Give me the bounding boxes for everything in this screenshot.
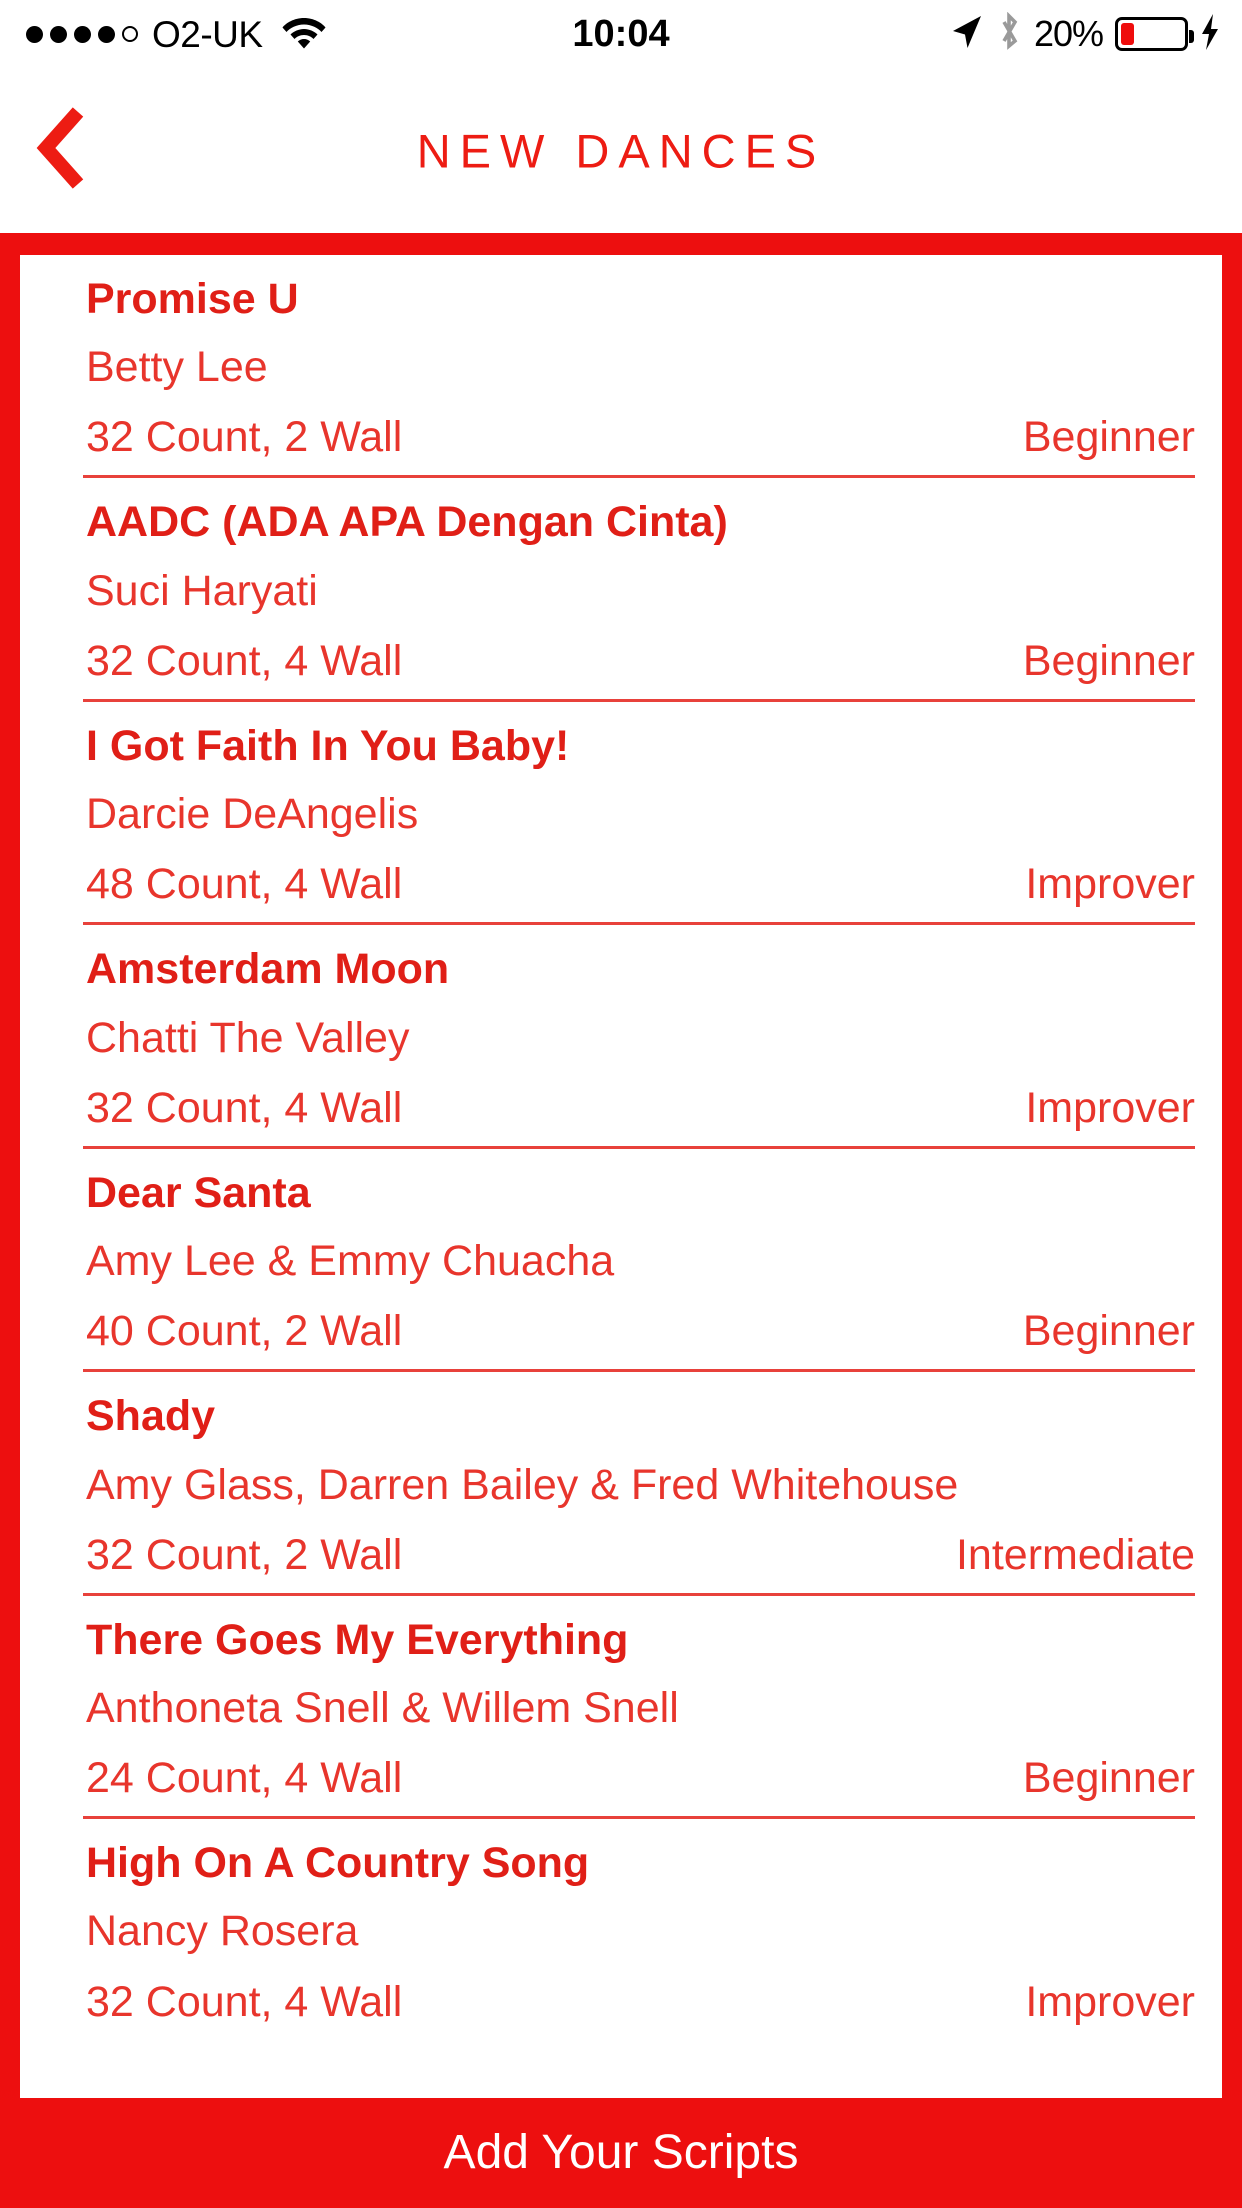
dance-title: Dear Santa xyxy=(86,1168,311,1217)
dance-level: Improver xyxy=(1025,860,1195,909)
dance-meta: 32 Count, 4 Wall Beginner xyxy=(86,637,1195,685)
wifi-icon xyxy=(281,14,327,55)
dance-counts: 32 Count, 2 Wall xyxy=(86,413,403,462)
status-bar-right: 20% xyxy=(950,0,1220,68)
dance-author: Amy Glass, Darren Bailey & Fred Whitehou… xyxy=(86,1460,959,1509)
dance-level: Beginner xyxy=(1022,1754,1195,1803)
signal-dot-empty xyxy=(122,26,138,42)
dance-list-frame: Promise U Betty Lee 32 Count, 2 Wall Beginn… xyxy=(0,233,1242,2098)
bluetooth-icon xyxy=(996,11,1022,57)
dance-row[interactable]: Promise U Betty Lee 32 Count, 2 Wall Beginn… xyxy=(83,255,1195,479)
dance-title: Promise U xyxy=(86,275,299,323)
dance-counts: 48 Count, 4 Wall xyxy=(86,860,403,909)
dance-level: Beginner xyxy=(1022,413,1195,462)
dance-counts: 40 Count, 2 Wall xyxy=(86,1307,403,1356)
dance-title: Shady xyxy=(86,1392,216,1441)
dance-row[interactable]: Dear Santa Amy Lee & Emmy Chuacha 40 Count… xyxy=(83,1149,1195,1373)
dance-meta: 32 Count, 2 Wall Beginner xyxy=(86,413,1195,461)
app-screen: O2-UK 10:04 20% NEW DANCES Promise U Bet… xyxy=(0,0,1242,2208)
battery-percent-label: 20% xyxy=(1033,13,1104,54)
dance-title: AADC (ADA APA Dengan Cinta) xyxy=(86,498,728,547)
dance-counts: 32 Count, 4 Wall xyxy=(86,1977,403,2026)
dance-meta: 48 Count, 4 Wall Improver xyxy=(86,860,1195,908)
dance-level: Beginner xyxy=(1022,1307,1195,1356)
dance-list[interactable]: Promise U Betty Lee 32 Count, 2 Wall Beginn… xyxy=(20,255,1222,2098)
dance-row[interactable]: Shady Amy Glass, Darren Bailey & Fred Whi… xyxy=(83,1372,1195,1596)
dance-author: Nancy Rosera xyxy=(86,1907,359,1956)
dance-counts: 24 Count, 4 Wall xyxy=(86,1754,403,1803)
dance-level: Intermediate xyxy=(955,1530,1195,1579)
signal-dot-filled xyxy=(50,25,67,43)
dance-author: Darcie DeAngelis xyxy=(86,790,419,839)
dance-row[interactable]: There Goes My Everything Anthoneta Snell … xyxy=(83,1596,1195,1820)
dance-author: Chatti The Valley xyxy=(86,1013,410,1062)
dance-row[interactable]: High On A Country Song Nancy Rosera 32 Cou… xyxy=(83,1819,1195,2025)
dance-title: High On A Country Song xyxy=(86,1839,590,1888)
dance-title: There Goes My Everything xyxy=(86,1615,629,1664)
dance-meta: 40 Count, 2 Wall Beginner xyxy=(86,1307,1195,1355)
dance-title: I Got Faith In You Baby! xyxy=(86,721,570,770)
dance-row[interactable]: I Got Faith In You Baby! Darcie DeAngelis… xyxy=(83,702,1195,926)
dance-meta: 32 Count, 4 Wall Improver xyxy=(86,1978,1195,2026)
signal-dot-filled xyxy=(26,25,43,43)
signal-strength-icon xyxy=(26,25,138,43)
dance-meta: 32 Count, 4 Wall Improver xyxy=(86,1084,1195,1132)
dance-author: Suci Haryati xyxy=(86,566,318,615)
carrier-label: O2-UK xyxy=(152,13,263,55)
clock-label: 10:04 xyxy=(572,13,670,55)
dance-level: Beginner xyxy=(1022,636,1195,685)
dance-row[interactable]: AADC (ADA APA Dengan Cinta) Suci Haryati 3… xyxy=(83,478,1195,702)
dance-title: Amsterdam Moon xyxy=(86,945,450,994)
dance-author: Amy Lee & Emmy Chuacha xyxy=(86,1237,615,1286)
signal-dot-filled xyxy=(74,25,91,43)
status-bar-left: O2-UK xyxy=(26,0,327,68)
dance-counts: 32 Count, 2 Wall xyxy=(86,1530,403,1579)
dance-level: Improver xyxy=(1025,1083,1195,1132)
dance-author: Anthoneta Snell & Willem Snell xyxy=(86,1683,679,1732)
lightning-bolt-icon xyxy=(1200,13,1220,56)
location-arrow-icon xyxy=(950,14,984,55)
dance-meta: 24 Count, 4 Wall Beginner xyxy=(86,1754,1195,1802)
add-your-scripts-button[interactable]: Add Your Scripts xyxy=(0,2098,1242,2208)
nav-header: NEW DANCES xyxy=(0,68,1242,233)
battery-fill xyxy=(1121,23,1135,45)
signal-dot-filled xyxy=(98,25,115,43)
dance-row[interactable]: Amsterdam Moon Chatti The Valley 32 Count,… xyxy=(83,925,1195,1149)
dance-level: Improver xyxy=(1025,1977,1195,2026)
status-bar: O2-UK 10:04 20% xyxy=(0,0,1242,68)
dance-counts: 32 Count, 4 Wall xyxy=(86,1083,403,1132)
dance-meta: 32 Count, 2 Wall Intermediate xyxy=(86,1531,1195,1579)
page-title: NEW DANCES xyxy=(416,124,826,177)
battery-icon xyxy=(1115,17,1194,51)
dance-author: Betty Lee xyxy=(86,343,268,392)
add-your-scripts-label: Add Your Scripts xyxy=(443,2126,799,2179)
dance-counts: 32 Count, 4 Wall xyxy=(86,636,403,685)
